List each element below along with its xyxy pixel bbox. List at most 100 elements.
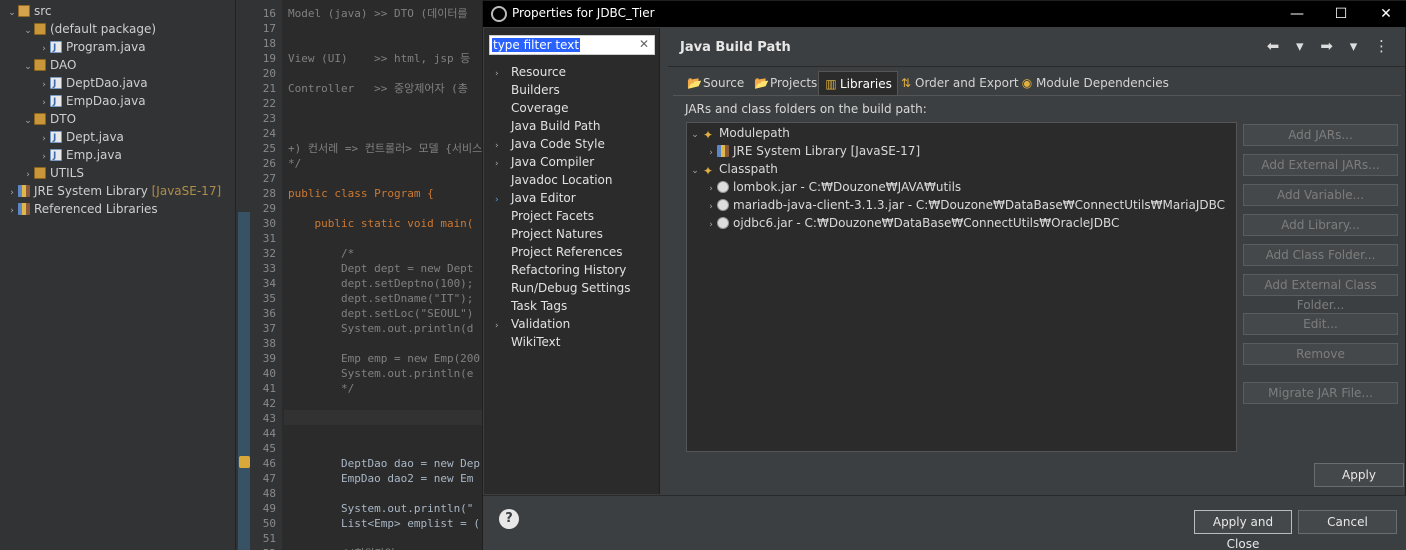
nav-item-validation[interactable]: › Validation xyxy=(495,315,570,333)
close-button[interactable]: ✕ xyxy=(1368,3,1404,25)
code-editor[interactable]: Model (java) >> DTO (데이터를 View (UI) >> ht… xyxy=(236,0,482,550)
code-line[interactable]: //회원가입 xyxy=(288,546,395,550)
nav-item-task-tags[interactable]: Task Tags xyxy=(495,297,567,315)
tree-item-emp-java[interactable]: ›Emp.java xyxy=(38,146,122,165)
code-line[interactable]: System.out.println(e xyxy=(288,366,473,381)
tab-projects[interactable]: 📂Projects xyxy=(749,71,822,95)
chevron-down-icon[interactable]: ⌄ xyxy=(6,4,18,22)
chevron-down-icon[interactable]: ⌄ xyxy=(689,162,701,180)
tree-item-referenced-libraries[interactable]: › Referenced Libraries xyxy=(6,200,158,218)
order-export-icon: ⇅ xyxy=(900,76,912,90)
nav-item-java-editor[interactable]: › Java Editor xyxy=(495,189,576,207)
code-line[interactable]: DeptDao dao = new Dep xyxy=(288,456,480,471)
tree-item-jre-system-library[interactable]: › JRE System Library [JavaSE-17] xyxy=(705,142,920,160)
chevron-down-icon[interactable]: ⌄ xyxy=(22,22,34,40)
tree-item-program-java[interactable]: ›Program.java xyxy=(38,38,145,57)
add-external-jars-button[interactable]: Add External JARs... xyxy=(1243,154,1398,176)
minimize-button[interactable]: — xyxy=(1279,3,1315,25)
code-line[interactable]: Dept dept = new Dept xyxy=(288,261,473,276)
code-line[interactable]: */ xyxy=(288,381,354,396)
nav-item-wikitext[interactable]: WikiText xyxy=(495,333,561,351)
chevron-right-icon[interactable]: › xyxy=(6,202,18,220)
tab-order-and-export[interactable]: ⇅ Order and Export xyxy=(894,71,1024,95)
module-dependencies-icon: ◉ xyxy=(1021,76,1033,90)
clear-filter-icon[interactable]: ✕ xyxy=(639,37,649,51)
nav-item-project-facets[interactable]: Project Facets xyxy=(495,207,594,225)
tree-item-lombok-jar[interactable]: › lombok.jar - C:₩Douzone₩JAVA₩utils xyxy=(705,178,961,196)
code-line[interactable]: +) 컨서레 => 컨트롤러> 모델 {서비스 xyxy=(288,141,482,156)
back-forward-arrows[interactable]: ⬅ ▾ ➡ ▾ ⋮ xyxy=(1267,37,1395,55)
dialog-titlebar[interactable]: Properties for JDBC_Tier — ☐ ✕ xyxy=(483,1,1406,27)
tree-item-mariadb-jar[interactable]: › mariadb-java-client-3.1.3.jar - C:₩Douz… xyxy=(705,196,1225,214)
cancel-button[interactable]: Cancel xyxy=(1298,510,1397,534)
nav-item-java-code-style[interactable]: › Java Code Style xyxy=(495,135,605,153)
code-line[interactable]: public class Program { xyxy=(288,186,434,201)
apply-and-close-button[interactable]: Apply and Close xyxy=(1194,510,1292,550)
page-title: Java Build Path xyxy=(680,40,791,55)
line-number: 17 xyxy=(262,22,276,35)
apply-button[interactable]: Apply xyxy=(1314,463,1404,487)
code-line[interactable]: List<Emp> emplist = ( xyxy=(288,516,480,531)
code-line[interactable]: Controller >> 중앙제어자 (총 xyxy=(288,81,468,96)
code-line[interactable]: dept.setDeptno(100); xyxy=(288,276,473,291)
nav-item-coverage[interactable]: Coverage xyxy=(495,99,569,117)
nav-item-java-compiler[interactable]: › Java Compiler xyxy=(495,153,594,171)
nav-item-javadoc-location[interactable]: Javadoc Location xyxy=(495,171,612,189)
tree-item-default-package[interactable]: ⌄ (default package) xyxy=(22,20,156,38)
filter-input[interactable]: type filter text ✕ xyxy=(489,35,655,55)
code-line[interactable]: View (UI) >> html, jsp 등 xyxy=(288,51,470,66)
remove-button[interactable]: Remove xyxy=(1243,343,1398,365)
code-line[interactable]: Model (java) >> DTO (데이터를 xyxy=(288,6,468,21)
add-library-button[interactable]: Add Library... xyxy=(1243,214,1398,236)
add-jars-button[interactable]: Add JARs... xyxy=(1243,124,1398,146)
nav-item-java-build-path[interactable]: Java Build Path xyxy=(495,117,600,135)
filter-input-value[interactable]: type filter text xyxy=(492,38,581,52)
line-number: 50 xyxy=(262,517,276,530)
tab-module-dependencies[interactable]: ◉ Module Dependencies xyxy=(1015,71,1174,95)
nav-item-resource[interactable]: › Resource xyxy=(495,63,566,81)
maximize-button[interactable]: ☐ xyxy=(1323,3,1359,25)
code-line[interactable]: dept.setLoc("SEOUL") xyxy=(288,306,473,321)
tab-libraries[interactable]: ▥ Libraries xyxy=(818,71,898,95)
add-class-folder-button[interactable]: Add Class Folder... xyxy=(1243,244,1398,266)
warning-marker-icon[interactable] xyxy=(239,456,250,468)
chevron-down-icon[interactable]: ⌄ xyxy=(22,58,34,76)
code-line[interactable]: Emp emp = new Emp(200 xyxy=(288,351,480,366)
tree-item-empdao-java[interactable]: ›EmpDao.java xyxy=(38,92,145,111)
nav-item-project-references[interactable]: Project References xyxy=(495,243,623,261)
nav-item-refactoring-history[interactable]: Refactoring History xyxy=(495,261,626,279)
line-number: 37 xyxy=(262,322,276,335)
tree-item-modulepath[interactable]: ⌄ ✦ Modulepath xyxy=(689,124,790,142)
tree-item-dto[interactable]: ⌄ DTO xyxy=(22,110,76,128)
build-path-tree[interactable]: ⌄ ✦ Modulepath › JRE System Library [JavaSE… xyxy=(686,122,1237,452)
tree-item-ojdbc6-jar[interactable]: › ojdbc6.jar - C:₩Douzone₩DataBase₩Connec… xyxy=(705,214,1119,232)
nav-item-run-debug-settings[interactable]: Run/Debug Settings xyxy=(495,279,631,297)
add-external-class-folder-button[interactable]: Add External Class Folder... xyxy=(1243,274,1398,312)
chevron-down-icon[interactable]: ⌄ xyxy=(22,112,34,130)
package-explorer: ⌄src ⌄(default package) ›Program.java ⌄D… xyxy=(0,0,236,550)
chevron-down-icon[interactable]: ⌄ xyxy=(689,126,701,144)
code-line[interactable]: System.out.println(" xyxy=(288,501,473,516)
code-line[interactable]: */ xyxy=(288,156,301,171)
add-variable-button[interactable]: Add Variable... xyxy=(1243,184,1398,206)
tree-item-jre-system-library[interactable]: › JRE System Library [JavaSE-17] xyxy=(6,182,221,200)
tree-item-deptdao-java[interactable]: ›DeptDao.java xyxy=(38,74,147,93)
line-number: 39 xyxy=(262,352,276,365)
edit-button[interactable]: Edit... xyxy=(1243,313,1398,335)
nav-item-builders[interactable]: Builders xyxy=(495,81,560,99)
chevron-right-icon[interactable]: › xyxy=(705,216,717,234)
code-line[interactable]: public static void main( xyxy=(288,216,473,231)
tree-item-classpath[interactable]: ⌄ ✦ Classpath xyxy=(689,160,778,178)
code-line[interactable]: EmpDao dao2 = new Em xyxy=(288,471,473,486)
code-line[interactable]: /* xyxy=(288,246,354,261)
tree-item-dao[interactable]: ⌄ DAO xyxy=(22,56,76,74)
tree-item-dept-java[interactable]: ›Dept.java xyxy=(38,128,124,147)
tree-item-src[interactable]: ⌄ src xyxy=(6,2,51,22)
code-line[interactable]: dept.setDname("IT"); xyxy=(288,291,473,306)
help-icon[interactable]: ? xyxy=(499,509,519,529)
migrate-jar-file-button[interactable]: Migrate JAR File... xyxy=(1243,382,1398,404)
tree-item-utils[interactable]: › UTILS xyxy=(22,164,84,182)
code-line[interactable]: System.out.println(d xyxy=(288,321,473,336)
nav-item-project-natures[interactable]: Project Natures xyxy=(495,225,603,243)
tab-source[interactable]: 📂Source xyxy=(682,71,749,95)
